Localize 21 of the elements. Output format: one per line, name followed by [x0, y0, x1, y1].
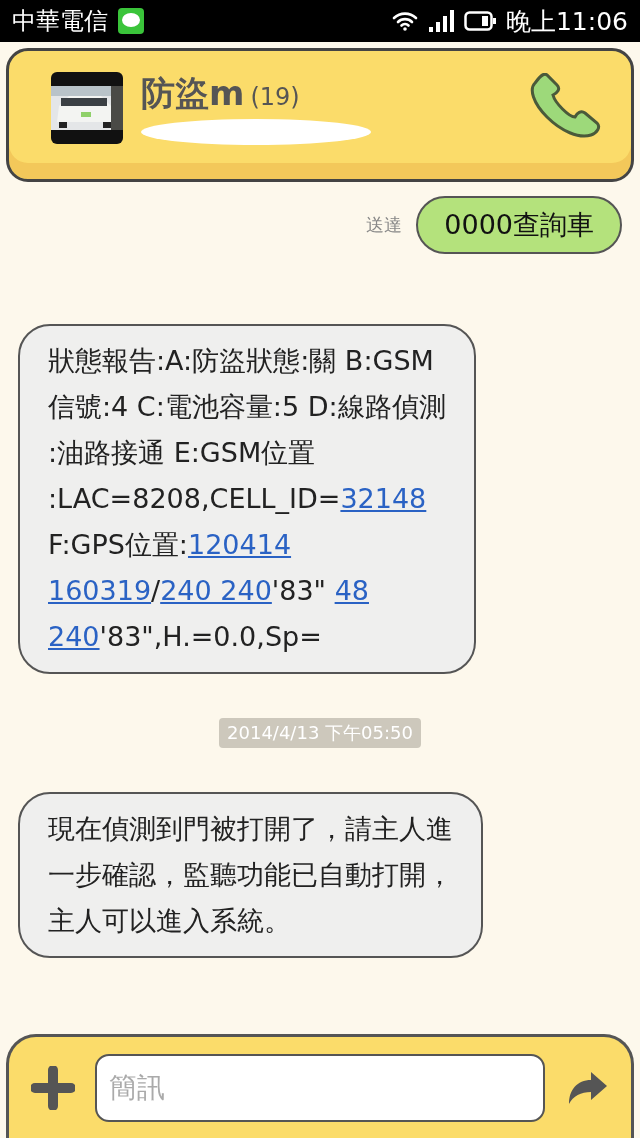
- date-label: 2014/4/13 下午05:50: [219, 718, 421, 748]
- signal-icon: [427, 10, 454, 32]
- clock-time: 晚上11:06: [505, 5, 628, 38]
- message-link[interactable]: 240 240: [160, 575, 272, 606]
- carrier-name: 中華電信: [12, 6, 108, 37]
- received-message-bubble: 狀態報告:A:防盜狀態:關 B:GSM 信號:4 C:電池容量:5 D:線路偵測 :油路接通 E:GSM位置 :LAC=8208,CELL_ID=32148 F:GPS位置:120414 160319/240 240'83" 48 240'83",H.=0.0,Sp=: [18, 324, 476, 674]
- message-count: (19): [250, 83, 300, 111]
- battery-icon: [463, 11, 496, 31]
- delivery-status: 送達: [366, 213, 403, 237]
- message-link[interactable]: 120414: [188, 529, 292, 560]
- chat-app-icon: [118, 8, 144, 34]
- message-link[interactable]: 160319: [48, 575, 152, 606]
- message-link[interactable]: 48: [334, 575, 369, 606]
- contact-name: 防盜m: [141, 72, 245, 115]
- received-message-bubble: 現在偵測到門被打開了，請主人進 一步確認，監聽功能已自動打開， 主人可以進入系統。: [18, 792, 483, 958]
- message-link[interactable]: 32148: [340, 483, 427, 514]
- plus-icon[interactable]: [31, 1065, 75, 1110]
- wifi-icon: [391, 11, 418, 31]
- message-link[interactable]: 240: [48, 621, 100, 652]
- sent-message-bubble: 0000查詢車: [416, 196, 622, 254]
- message-input-field[interactable]: 簡訊: [95, 1053, 545, 1122]
